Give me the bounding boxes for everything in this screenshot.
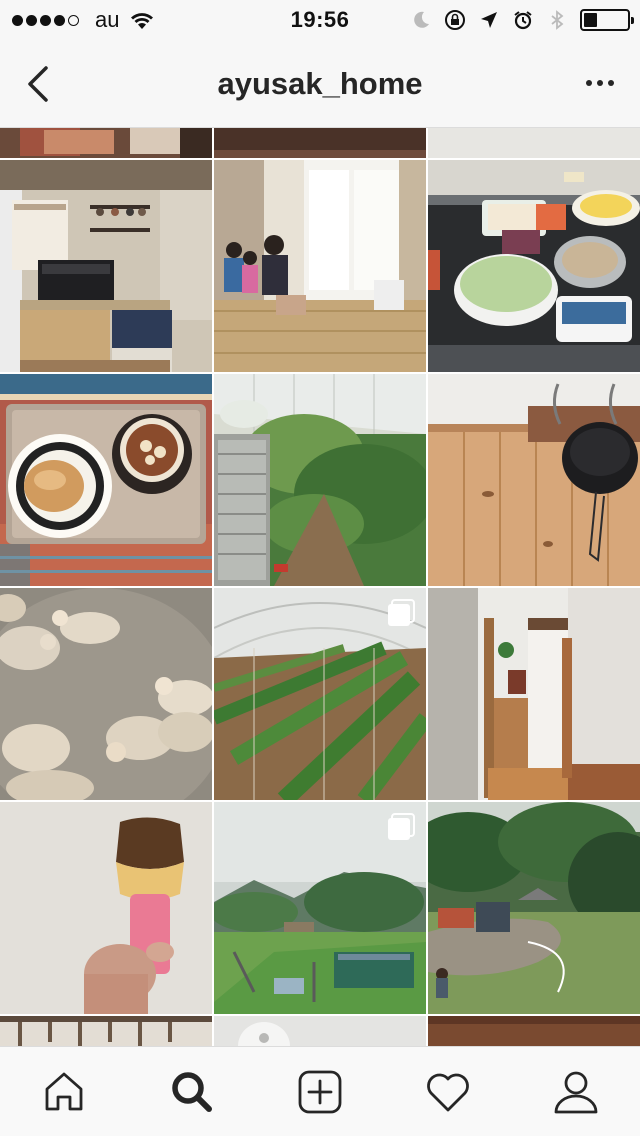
multiple-photos-icon [388, 599, 415, 626]
grid-photo[interactable] [428, 160, 640, 372]
more-dots-icon [586, 80, 592, 86]
status-right [410, 8, 634, 32]
tab-new-post[interactable] [256, 1047, 384, 1136]
rotation-lock-icon [445, 10, 465, 30]
multiple-photos-icon [388, 813, 415, 840]
grid-photo[interactable] [0, 128, 212, 158]
battery-icon [580, 9, 634, 31]
tab-home[interactable] [0, 1047, 128, 1136]
tab-activity[interactable] [384, 1047, 512, 1136]
grid-photo[interactable] [0, 802, 212, 1014]
grid-photo[interactable] [0, 588, 212, 800]
grid-photo[interactable] [428, 128, 640, 158]
profile-username-title: ayusak_home [217, 66, 423, 101]
grid-photo[interactable] [0, 1016, 212, 1046]
grid-photo[interactable] [0, 160, 212, 372]
grid-photo[interactable] [428, 588, 640, 800]
grid-photo[interactable] [214, 1016, 426, 1046]
profile-icon [554, 1071, 598, 1113]
home-icon [45, 1072, 83, 1110]
more-options-button[interactable] [580, 68, 620, 98]
heart-icon [427, 1073, 469, 1111]
add-post-icon [298, 1070, 342, 1113]
location-arrow-icon [481, 12, 497, 28]
tab-search[interactable] [128, 1047, 256, 1136]
alarm-icon [514, 11, 532, 30]
grid-photo[interactable] [214, 802, 426, 1014]
navigation-bar: ayusak_home [0, 40, 640, 128]
status-bar: au 19:56 [0, 0, 640, 40]
grid-photo[interactable] [214, 588, 426, 800]
tab-profile[interactable] [512, 1047, 640, 1136]
grid-photo[interactable] [0, 374, 212, 586]
grid-photo[interactable] [214, 374, 426, 586]
grid-photo[interactable] [428, 1016, 640, 1046]
grid-photo[interactable] [428, 374, 640, 586]
moon-icon [414, 11, 429, 28]
photo-grid[interactable] [0, 128, 640, 1046]
tab-bar [0, 1046, 640, 1136]
search-icon [172, 1071, 212, 1112]
grid-photo[interactable] [428, 802, 640, 1014]
grid-photo[interactable] [214, 128, 426, 158]
grid-photo[interactable] [214, 160, 426, 372]
bluetooth-icon [551, 10, 564, 30]
